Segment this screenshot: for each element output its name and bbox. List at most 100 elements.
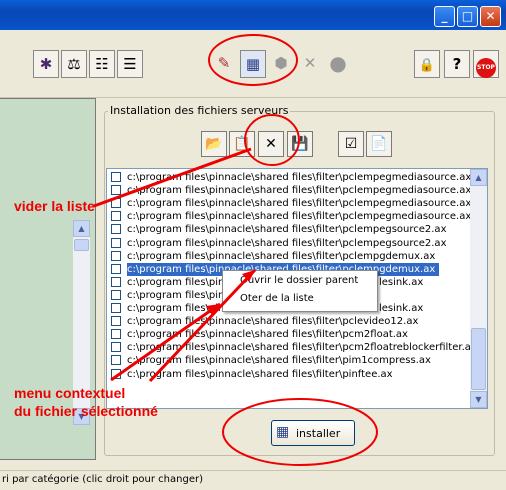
gear-icon: ⬢ — [274, 54, 288, 72]
list-item[interactable]: c:\program files\pinnacle\shared files\f… — [107, 368, 471, 381]
file-path: c:\program files\pin — [127, 289, 225, 301]
file-checkbox[interactable] — [111, 355, 121, 366]
list-item[interactable]: c:\program files\pinnacle\shared files\f… — [107, 328, 471, 341]
bug-icon: ✱ — [39, 55, 53, 73]
title-bar: _ □ ✕ — [0, 0, 506, 30]
list-item[interactable]: c:\program files\pinnacle\shared files\f… — [107, 315, 471, 328]
stop-button[interactable]: STOP — [473, 50, 499, 78]
help-button[interactable]: ? — [444, 50, 470, 78]
chart-button[interactable]: ✎ — [211, 50, 237, 78]
menu-item-remove-from-list[interactable]: Oter de la liste — [240, 293, 314, 304]
row-fragment: lesink.ax — [379, 303, 424, 314]
scroll-up-icon[interactable]: ▲ — [470, 169, 487, 186]
tools-button[interactable]: ✕ — [297, 50, 323, 78]
file-path: c:\program files\pinnacle\shared files\f… — [127, 172, 472, 183]
file-path: c:\program files\pin — [127, 303, 225, 314]
file-checkbox[interactable] — [111, 237, 121, 248]
scroll-thumb[interactable] — [471, 328, 486, 390]
install-server-button[interactable]: ▦ — [240, 50, 266, 78]
file-checkbox[interactable] — [111, 316, 121, 327]
list-item[interactable]: c:\program files\pinnacle\shared files\f… — [107, 171, 471, 184]
file-checkbox[interactable] — [111, 172, 121, 182]
lock-icon: 🔒 — [418, 58, 436, 73]
file-checkbox[interactable] — [111, 342, 121, 353]
check-button[interactable]: ☑ — [338, 131, 364, 157]
file-checkbox[interactable] — [111, 185, 121, 196]
install-icon: ▦ — [276, 424, 290, 440]
install-button[interactable]: ▦ installer — [271, 420, 355, 446]
group-title: Installation des fichiers serveurs — [108, 104, 291, 117]
status-bar: ri par catégorie (clic droit pour change… — [0, 470, 506, 490]
close-button[interactable]: ✕ — [480, 6, 501, 27]
file-checkbox[interactable] — [111, 368, 121, 379]
minimize-button[interactable]: _ — [434, 6, 455, 27]
install-server-icon: ▦ — [245, 55, 261, 73]
file-path: c:\program files\pinnacle\shared files\f… — [127, 211, 472, 223]
row-fragment: lesink.ax — [379, 277, 424, 288]
file-checkbox[interactable] — [111, 211, 121, 222]
file-checkbox[interactable] — [111, 198, 121, 209]
list-remove-button[interactable]: ☰ — [117, 50, 143, 78]
list-remove-icon: ☰ — [123, 55, 137, 73]
file-path: c:\program files\pinnacle\shared files\f… — [127, 198, 472, 210]
install-label: installer — [296, 427, 341, 440]
annotation-context-menu-line1: menu contextuel — [14, 385, 126, 401]
file-path: c:\program files\pinnacle\shared files\f… — [127, 224, 447, 236]
scroll-thumb[interactable] — [74, 239, 89, 251]
file-path: c:\program files\pinnacle\shared files\f… — [127, 237, 447, 249]
file-path: c:\program files\pinnacle\shared files\f… — [127, 185, 472, 197]
save-icon: 💾 — [291, 136, 309, 152]
clear-list-icon: ✕ — [265, 136, 277, 152]
tools-icon: ✕ — [303, 54, 317, 72]
chart-icon: ✎ — [217, 54, 231, 72]
context-menu: Ouvrir le dossier parent Oter de la list… — [222, 270, 378, 312]
open-folder-icon: 📂 — [205, 136, 223, 152]
paste-icon: 📋 — [233, 136, 251, 152]
list-scrollbar[interactable]: ▲ ▼ — [470, 169, 487, 408]
file-path: c:\program files\pinnacle\shared files\f… — [127, 368, 393, 380]
file-checkbox[interactable] — [111, 250, 121, 261]
file-path: c:\program files\pinnacle\shared files\f… — [127, 355, 431, 367]
list-item[interactable]: c:\program files\pinnacle\shared files\f… — [107, 210, 471, 223]
list-item[interactable]: c:\program files\pinnacle\shared files\f… — [107, 184, 471, 197]
file-path: c:\program files\pin — [127, 276, 225, 288]
file-checkbox[interactable] — [111, 224, 121, 235]
lock-button[interactable]: 🔒 — [414, 50, 440, 78]
scroll-down-icon[interactable]: ▼ — [470, 391, 487, 408]
list-item[interactable]: c:\program files\pinnacle\shared files\f… — [107, 197, 471, 210]
maximize-button[interactable]: □ — [457, 6, 478, 27]
save-button[interactable]: 💾 — [287, 131, 313, 157]
scales-icon: ⚖ — [67, 55, 81, 73]
paste-button[interactable]: 📋 — [229, 131, 255, 157]
menu-item-open-parent[interactable]: Ouvrir le dossier parent — [240, 275, 358, 286]
list-item[interactable]: c:\program files\pinnacle\shared files\f… — [107, 250, 471, 263]
file-path: c:\program files\pinnacle\shared files\f… — [127, 342, 477, 354]
list-item[interactable]: c:\program files\pinnacle\shared files\f… — [107, 354, 471, 367]
file-path: c:\program files\pinnacle\shared files\f… — [127, 316, 419, 328]
list-item[interactable]: c:\program files\pinnacle\shared files\f… — [107, 237, 471, 250]
disc-button[interactable]: ● — [325, 50, 351, 78]
file-checkbox[interactable] — [111, 289, 121, 300]
list-add-icon: ☷ — [95, 55, 109, 73]
stop-icon: STOP — [476, 58, 496, 78]
annotation-context-menu-line2: du fichier sélectionné — [14, 403, 158, 419]
scroll-up-icon[interactable]: ▲ — [73, 220, 90, 237]
list-add-button[interactable]: ☷ — [89, 50, 115, 78]
scales-button[interactable]: ⚖ — [61, 50, 87, 78]
list-item[interactable]: c:\program files\pinnacle\shared files\f… — [107, 223, 471, 236]
file-checkbox[interactable] — [111, 303, 121, 313]
properties-button[interactable]: 📄 — [366, 131, 392, 157]
file-path: c:\program files\pinnacle\shared files\f… — [127, 329, 408, 341]
bug-button[interactable]: ✱ — [33, 50, 59, 78]
gear-button[interactable]: ⬢ — [268, 50, 294, 78]
file-path: c:\program files\pinnacle\shared files\f… — [127, 250, 436, 262]
file-checkbox[interactable] — [111, 276, 121, 287]
clear-list-button[interactable]: ✕ — [258, 131, 284, 157]
list-item[interactable]: c:\program files\pinnacle\shared files\f… — [107, 341, 477, 354]
file-checkbox[interactable] — [111, 263, 121, 274]
disc-icon: ● — [329, 51, 347, 75]
properties-icon: 📄 — [370, 136, 388, 152]
check-icon: ☑ — [344, 136, 358, 152]
open-folder-button[interactable]: 📂 — [201, 131, 227, 157]
file-checkbox[interactable] — [111, 329, 121, 340]
